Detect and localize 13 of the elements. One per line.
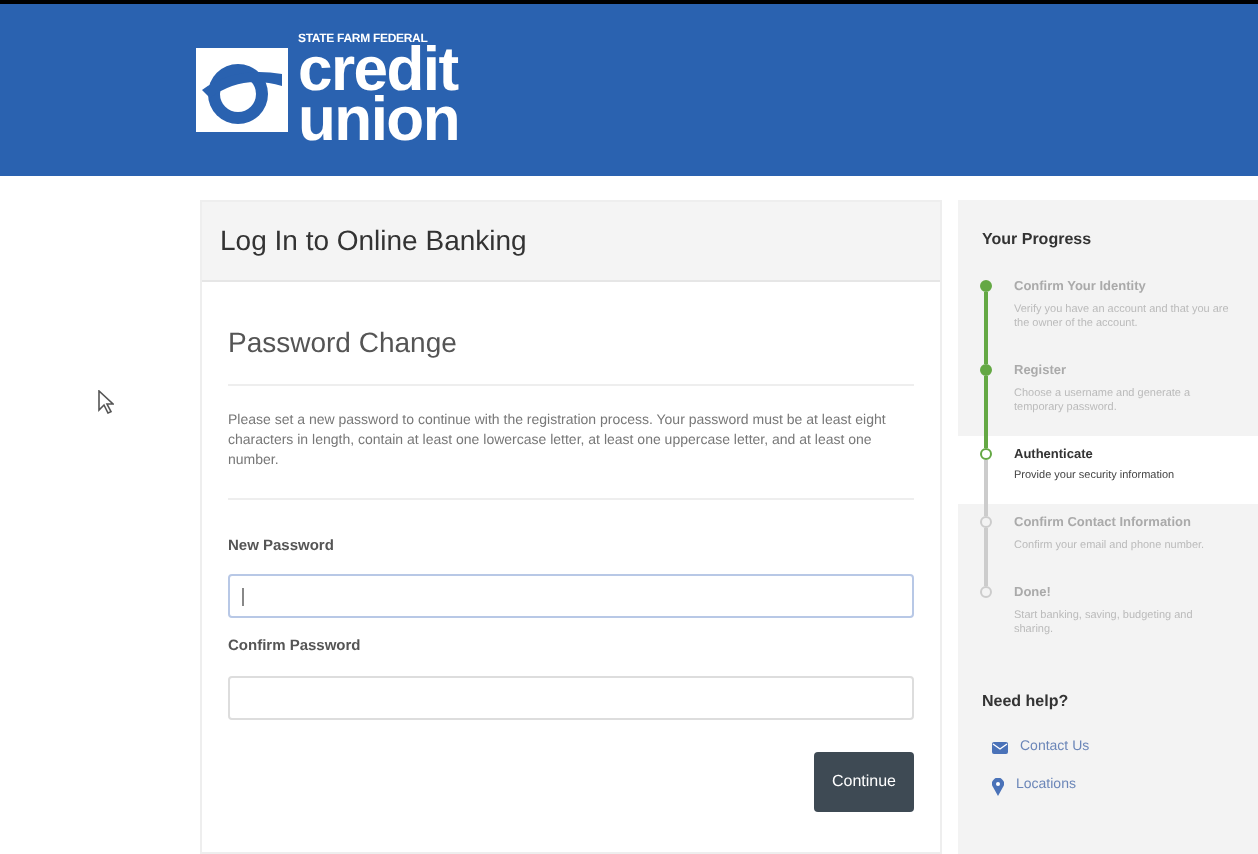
password-field[interactable] — [228, 675, 914, 719]
help-title: Need help? — [980, 689, 1071, 714]
logo-wordmark: credit — [298, 46, 459, 94]
continue-button[interactable]: Continue — [813, 751, 914, 811]
card-title: Log In to Online Banking — [220, 222, 527, 260]
mail-icon — [992, 742, 1008, 754]
location-pin-icon — [992, 778, 1004, 796]
logo-wordmark: union — [298, 94, 459, 146]
mouse-pointer-icon — [98, 390, 114, 414]
section-heading: Password Change — [228, 282, 914, 386]
logo-emblem-icon — [194, 46, 290, 134]
sidebar-title: Your Progress — [980, 228, 1094, 252]
password-field[interactable] — [228, 574, 914, 619]
